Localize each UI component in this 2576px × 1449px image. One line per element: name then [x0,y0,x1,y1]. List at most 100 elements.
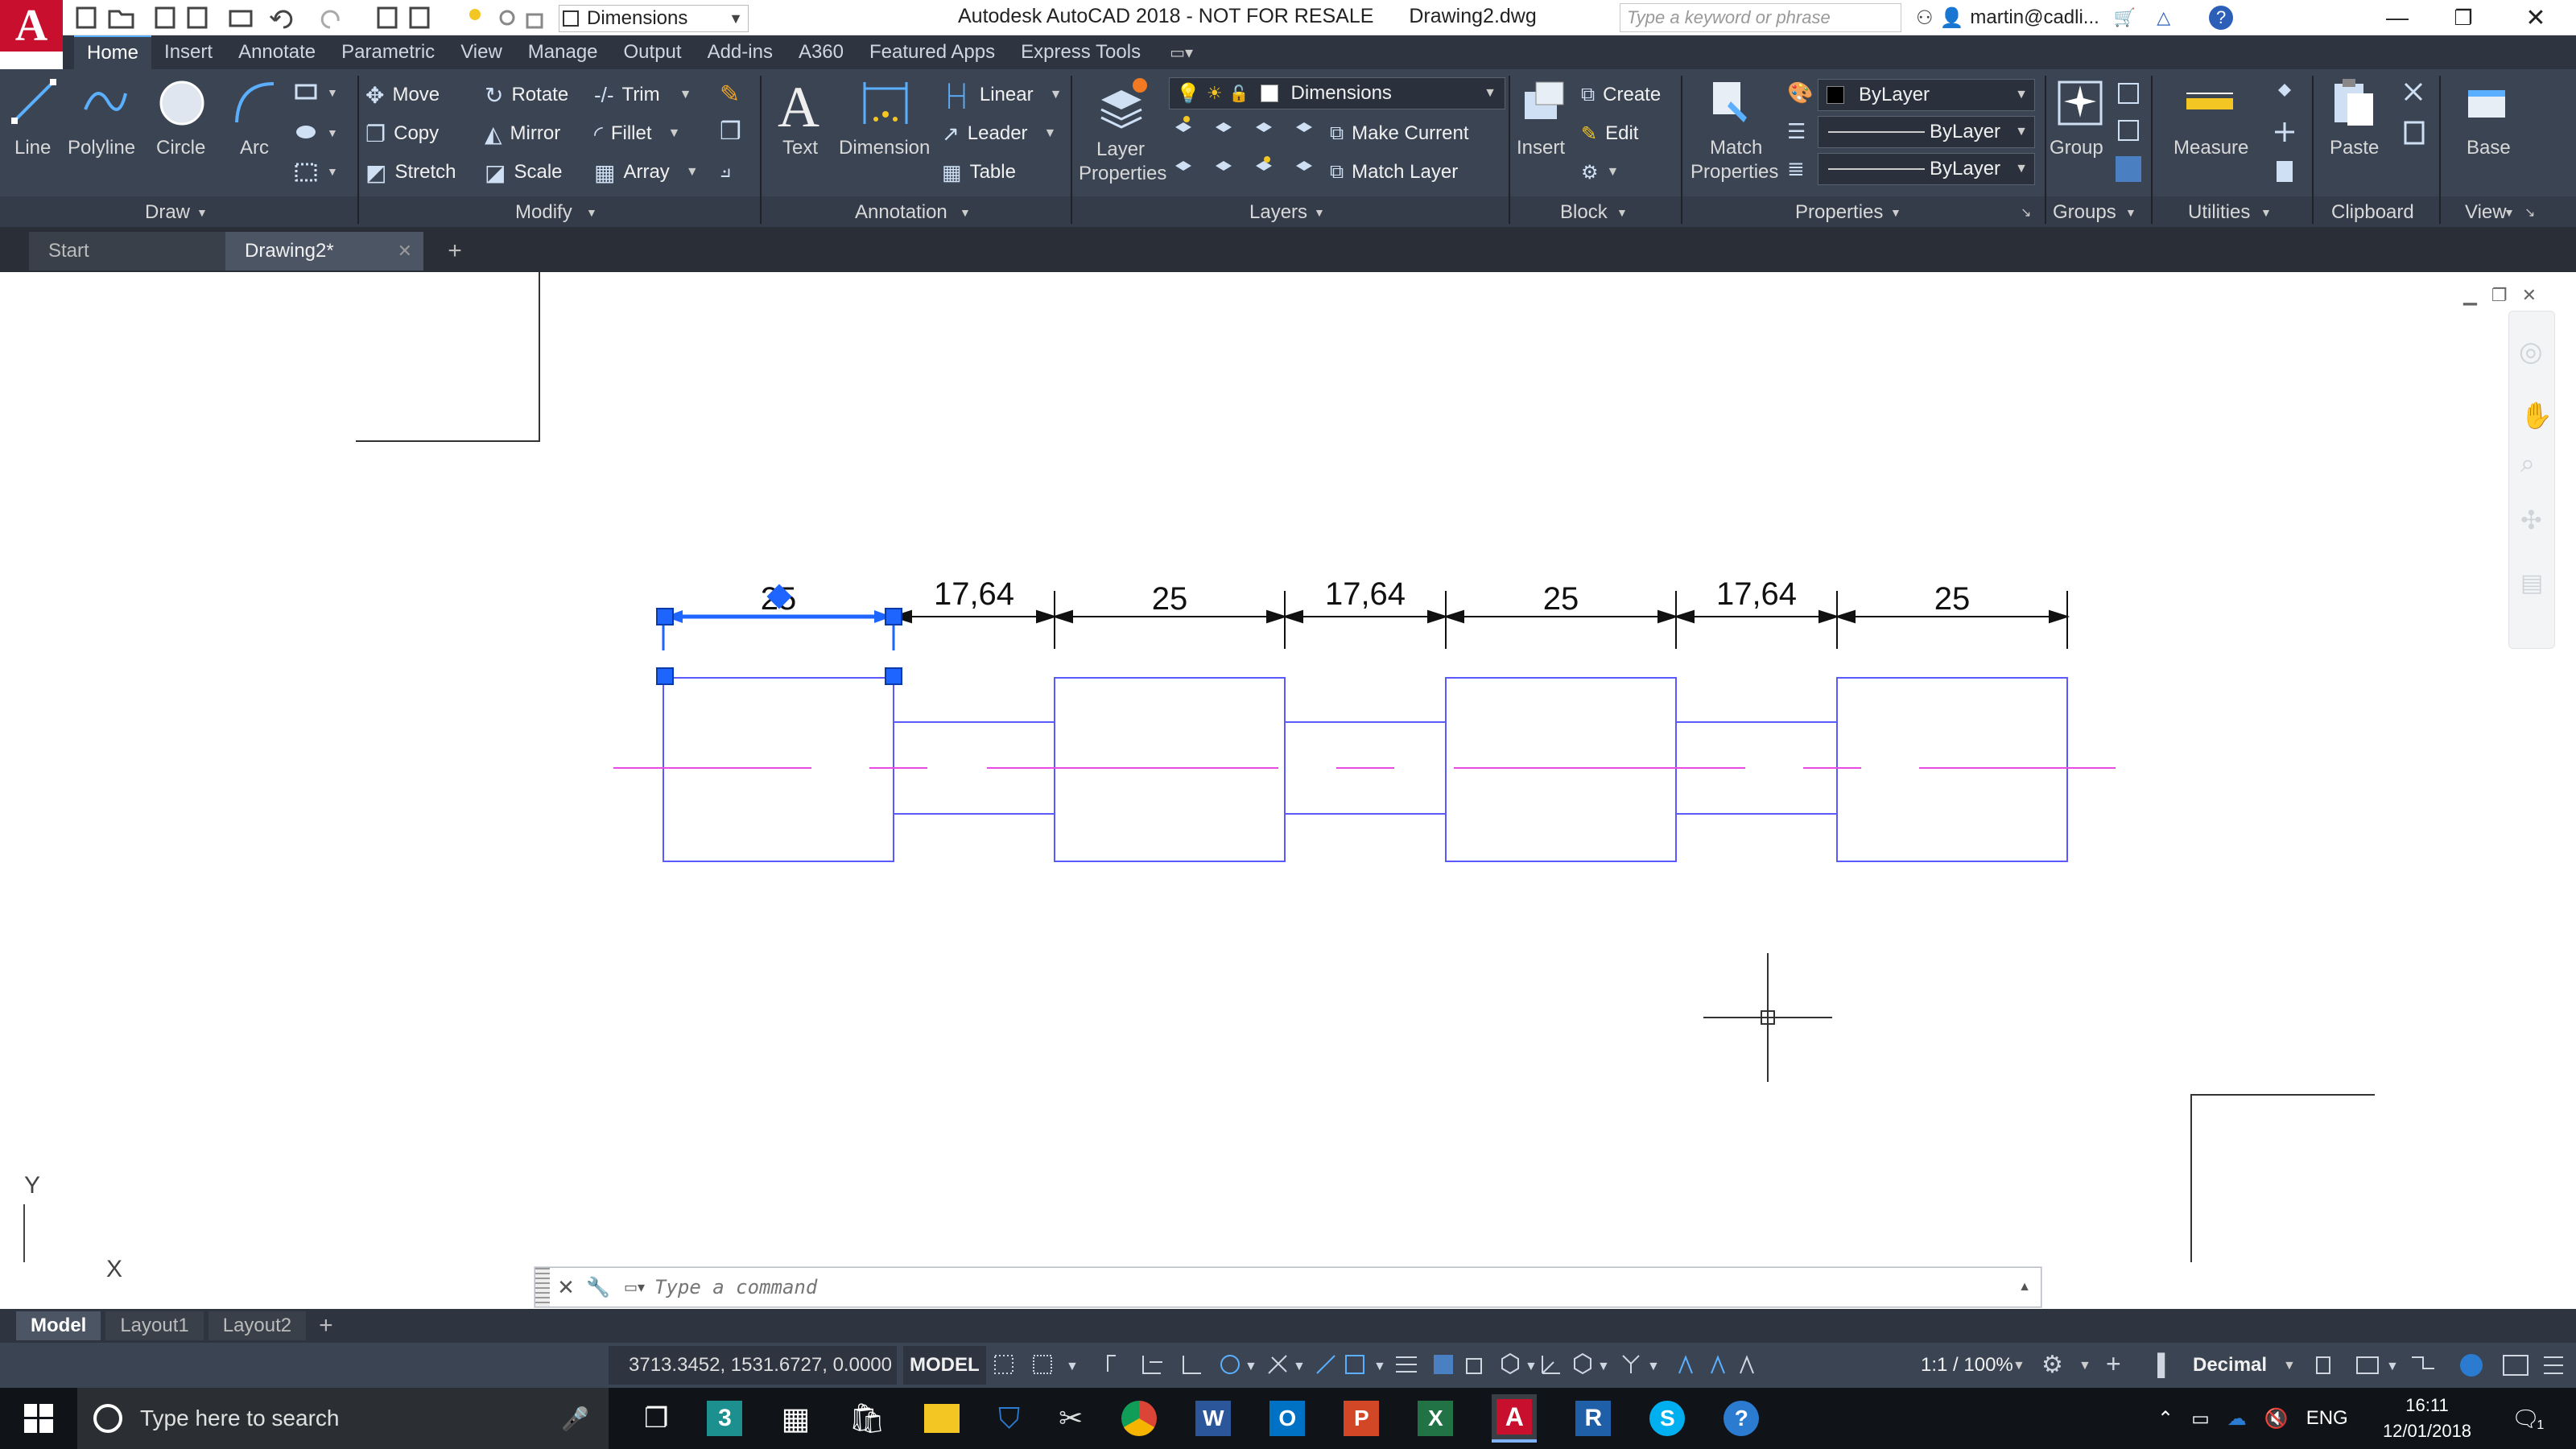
trim-button[interactable]: -/- Trim ▼ [594,77,691,113]
linetype-dropdown[interactable]: ByLayer ▼ [1818,116,2035,148]
dim-text-2[interactable]: 17,64 [934,576,1014,613]
arc-button[interactable]: Arc [227,77,275,166]
copy-button[interactable]: ❐ Copy [365,116,439,151]
file-explorer-icon[interactable] [924,1404,960,1433]
command-close-icon[interactable]: ✕ [550,1275,582,1300]
taskbar-search[interactable]: Type here to search 🎤 [77,1388,609,1449]
help-search-input[interactable]: Type a keyword or phrase [1620,3,1901,32]
grip-dim-start[interactable] [656,608,674,625]
scale-button[interactable]: ◪ Scale [485,155,563,190]
snipping-icon[interactable]: ✂ [1059,1402,1083,1435]
leader-button[interactable]: ↗ Leader ▼ [942,116,1056,151]
move-button[interactable]: ✥ Move [365,77,440,113]
chrome-icon[interactable] [1121,1401,1158,1436]
panel-draw[interactable]: Draw [145,201,190,224]
tab-start[interactable]: Start [29,232,227,270]
panel-properties[interactable]: Properties [1795,201,1883,224]
dimension-button[interactable]: Dimension [837,77,935,182]
panel-utilities[interactable]: Utilities [2188,201,2250,224]
units-value[interactable]: Decimal [2193,1354,2267,1377]
add-layout-icon[interactable]: + [311,1312,341,1340]
outlook-icon[interactable]: O [1269,1401,1306,1436]
dim-text-5[interactable]: 25 [1543,581,1579,617]
annotation-monitor-icon[interactable]: + [2106,1349,2121,1379]
tab-a360[interactable]: A360 [786,36,857,68]
dim-text-4[interactable]: 17,64 [1325,576,1406,613]
edit-block-button[interactable]: ✎ Edit [1581,116,1638,151]
language-indicator[interactable]: ENG [2306,1407,2348,1430]
offset-button[interactable]: ⟓ [720,156,731,184]
status-toggles[interactable]: ▼ ▼ ▼ ▼ ▼ ▼ ▼ [987,1346,1848,1385]
powerpoint-icon[interactable]: P [1344,1401,1380,1436]
lineweight-dropdown[interactable]: ByLayer ▼ [1818,153,2035,185]
tab-drawing2[interactable]: Drawing2* ✕ [225,232,423,270]
skype-icon[interactable]: S [1649,1401,1686,1436]
store-icon[interactable]: 🛍 [848,1402,886,1435]
tab-parametric[interactable]: Parametric [328,36,448,68]
close-button[interactable]: ✕ [2512,3,2560,32]
coordinates-readout[interactable]: 3713.3452, 1531.6727, 0.0000 [609,1346,897,1385]
panel-modify[interactable]: Modify [515,201,572,224]
command-prompt-icon[interactable]: ▭▾ [614,1279,654,1296]
help-icon[interactable]: ? [2209,6,2234,30]
make-current-button[interactable]: ⧉ Make Current [1330,116,1469,151]
mirror-button[interactable]: ◭ Mirror [485,116,560,151]
panel-block[interactable]: Block [1560,201,1608,224]
tab-featured-apps[interactable]: Featured Apps [857,36,1008,68]
app-menu-button[interactable]: A [0,0,63,52]
panel-view[interactable]: View [2465,201,2507,224]
workspace-gear-icon[interactable]: ⚙ [2041,1351,2063,1379]
base-view-button[interactable]: Base [2447,77,2536,182]
panel-annotation[interactable]: Annotation [855,201,947,224]
tab-insert[interactable]: Insert [151,36,225,68]
model-space-toggle[interactable]: MODEL [903,1346,986,1385]
volume-icon[interactable]: 🔇 [2264,1407,2289,1430]
clock[interactable]: 16:11 12/01/2018 [2375,1393,2479,1444]
text-button[interactable]: A Text [770,74,831,179]
word-icon[interactable]: W [1195,1401,1232,1436]
restore-button[interactable]: ❐ [2439,3,2487,32]
line-button[interactable]: Line [6,77,63,166]
excel-icon[interactable]: X [1418,1401,1454,1436]
tab-model[interactable]: Model [16,1311,101,1340]
draw-small-tools[interactable]: ▼ ▼ ▼ [290,80,346,185]
status-right-tools[interactable]: ▼ [2310,1346,2568,1385]
table-button[interactable]: ▦ Table [942,155,1016,190]
clipboard-tools[interactable] [2399,77,2431,158]
tab-manage[interactable]: Manage [515,36,611,68]
tab-express-tools[interactable]: Express Tools [1008,36,1154,68]
rotate-button[interactable]: ↻ Rotate [485,77,568,113]
action-center[interactable]: 🗨 1 [2504,1401,2552,1436]
layer-tool-icons[interactable] [1170,116,1331,196]
tab-layout1[interactable]: Layout1 [105,1311,204,1340]
tray-overflow-icon[interactable]: ⌃ [2157,1407,2174,1430]
fillet-button[interactable]: ◜ Fillet ▼ [594,116,680,151]
revit-icon[interactable]: R [1575,1401,1612,1436]
defender-icon[interactable]: ⛉ [998,1402,1020,1436]
insert-button[interactable]: Insert [1513,77,1575,182]
layer-dropdown[interactable]: 💡 ☀ 🔓 Dimensions ▼ [1169,77,1505,109]
stretch-button[interactable]: ◩ Stretch [365,155,456,190]
tab-annotate[interactable]: Annotate [225,36,328,68]
command-history-icon[interactable]: ▲ [2008,1280,2041,1294]
autocad-taskbar-icon[interactable]: A [1492,1394,1538,1443]
grip-dim-end[interactable] [885,608,902,625]
circle-button[interactable]: Circle [153,77,211,166]
utilities-tools[interactable] [2270,77,2302,198]
match-layer-button[interactable]: ⧉ Match Layer [1330,155,1458,190]
explode-button[interactable]: ❒ [720,118,741,146]
block-attribute-button[interactable]: ⚙ ▼ [1581,155,1619,190]
help-app-icon[interactable]: ? [1724,1401,1760,1436]
dim-text-3[interactable]: 25 [1152,581,1188,617]
dim-text-6[interactable]: 17,64 [1716,576,1797,613]
wrench-icon[interactable]: 🔧 [582,1276,614,1299]
network-icon[interactable]: ▭ [2191,1407,2210,1430]
calculator-app-icon[interactable]: ▦ [781,1401,810,1437]
tab-addins[interactable]: Add-ins [695,36,786,68]
minimize-button[interactable]: — [2373,3,2421,32]
tab-output[interactable]: Output [611,36,695,68]
tab-home[interactable]: Home [74,35,152,69]
color-dropdown[interactable]: ByLayer ▼ [1818,79,2035,111]
dim-text-7[interactable]: 25 [1934,581,1971,617]
array-button[interactable]: ▦ Array ▼ [594,155,699,190]
